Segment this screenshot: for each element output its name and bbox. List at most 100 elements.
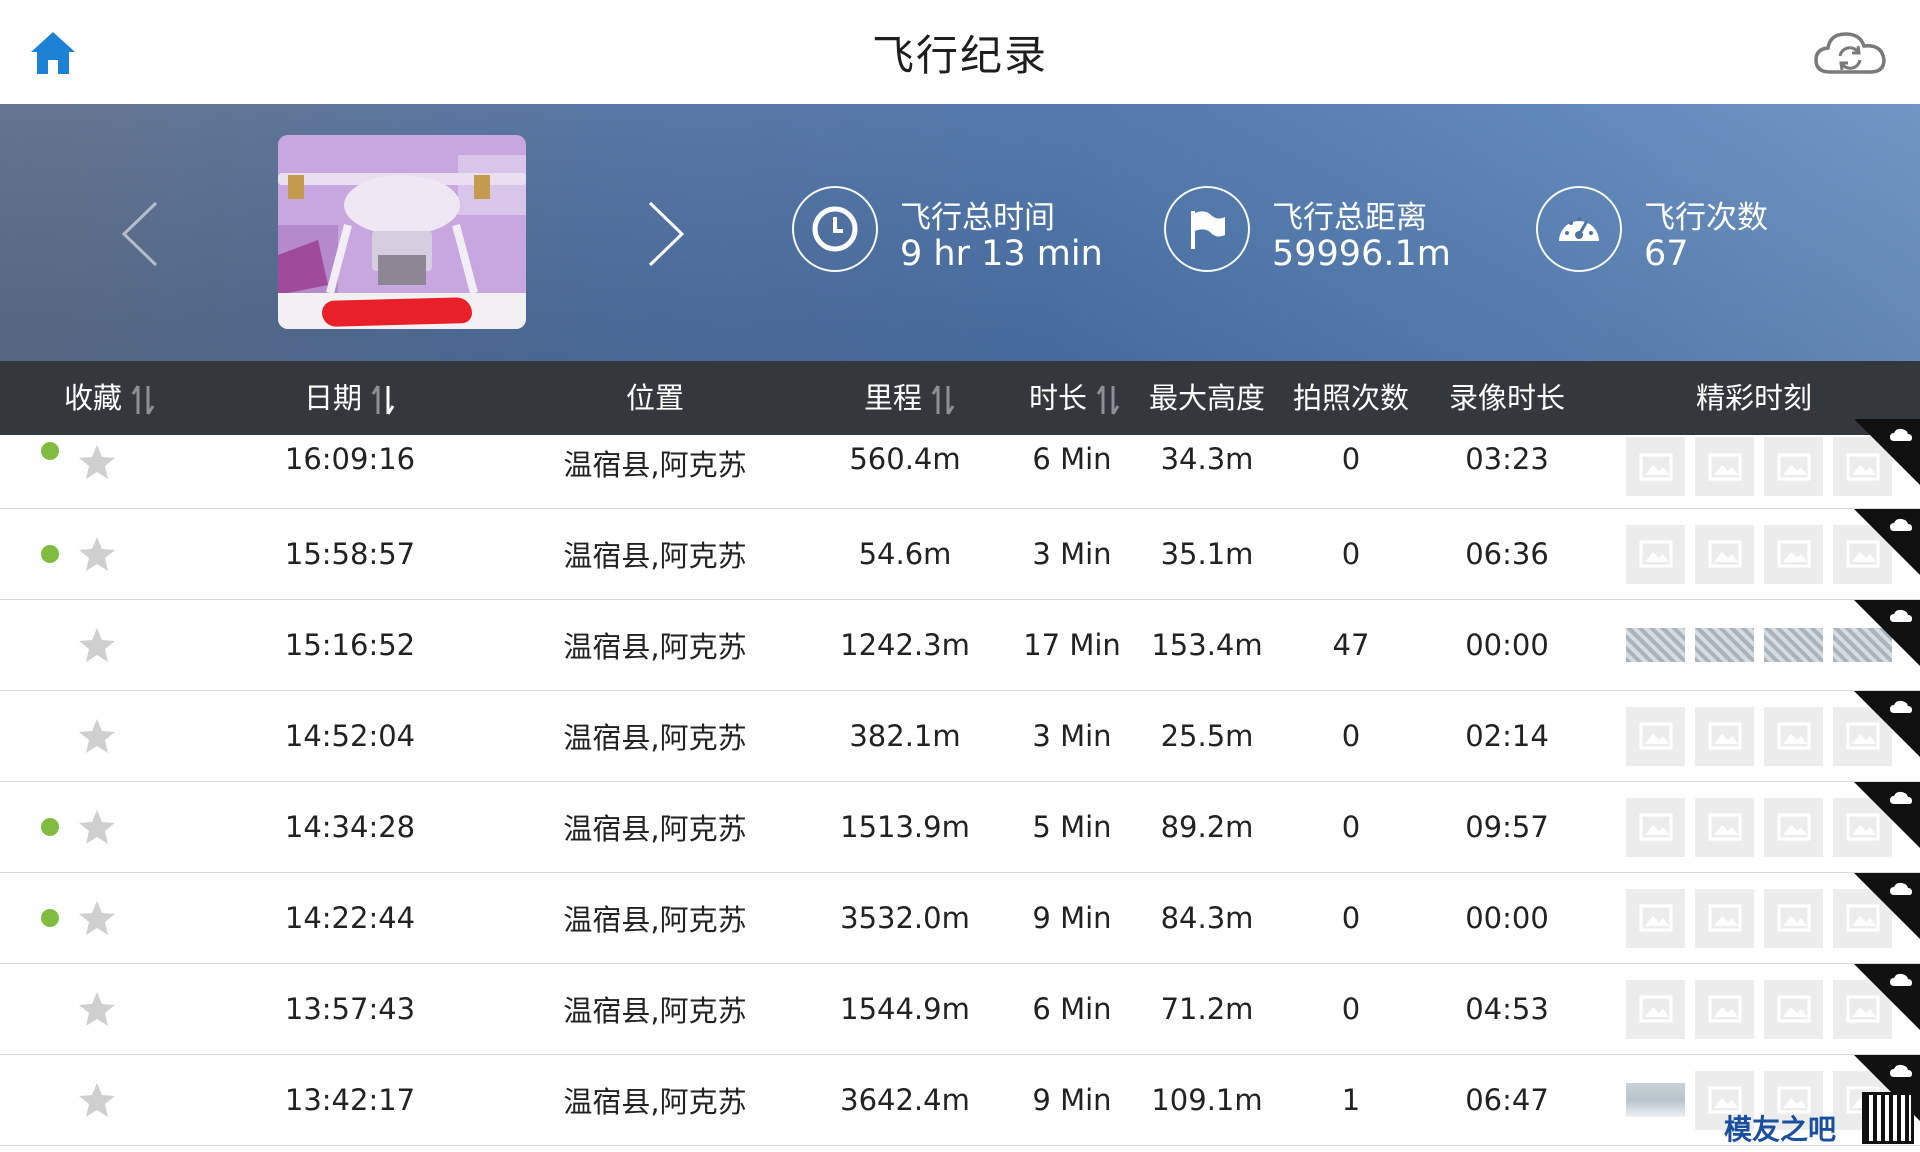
sync-indicator xyxy=(38,1055,62,1145)
photo-count-cell: 0 xyxy=(1341,442,1361,476)
location-cell: 温宿县,阿克苏 xyxy=(563,903,747,937)
location-cell: 温宿县,阿克苏 xyxy=(563,1085,747,1119)
max-altitude-cell: 25.5m xyxy=(1160,719,1254,753)
favorite-toggle[interactable] xyxy=(76,1055,118,1145)
image-placeholder-icon xyxy=(1708,453,1741,480)
highlight-thumbnail-empty[interactable] xyxy=(1764,797,1823,857)
highlight-thumbnail[interactable] xyxy=(1626,1083,1685,1117)
sync-dot-icon xyxy=(41,442,59,460)
distance-cell: 3642.4m xyxy=(840,1083,970,1117)
table-row[interactable]: 13:42:17 温宿县,阿克苏 3642.4m 9 Min 109.1m 1 06:47 xyxy=(0,1055,1920,1146)
favorite-toggle[interactable] xyxy=(76,435,118,508)
time-cell: 14:34:28 xyxy=(284,810,416,844)
sync-indicator xyxy=(38,691,62,781)
max-altitude-cell: 109.1m xyxy=(1151,1083,1263,1117)
speedometer-icon xyxy=(1559,217,1599,241)
table-header: 收藏 日期 位置 里程 时长 最大高度 拍照次数 录像时长 精彩时刻 xyxy=(0,361,1920,435)
column-favorite[interactable]: 收藏 xyxy=(40,361,180,435)
highlight-thumbnail-empty[interactable] xyxy=(1764,524,1823,584)
sync-dot-icon xyxy=(41,818,59,836)
aircraft-card[interactable] xyxy=(278,135,526,329)
video-duration-cell: 00:00 xyxy=(1465,628,1549,662)
star-icon xyxy=(79,719,115,753)
image-placeholder-icon xyxy=(1777,453,1810,480)
stat-value: 9 hr 13 min xyxy=(900,234,1103,274)
time-cell: 15:58:57 xyxy=(284,537,416,571)
highlight-thumbnail-empty[interactable] xyxy=(1626,979,1685,1039)
table-row[interactable]: 15:16:52 温宿县,阿克苏 1242.3m 17 Min 153.4m 47 00:0… xyxy=(0,600,1920,691)
column-location: 位置 xyxy=(625,381,684,415)
flag-icon xyxy=(1191,211,1225,249)
distance-cell: 382.1m xyxy=(849,719,961,753)
column-label: 时长 xyxy=(1028,381,1087,415)
stat-label: 飞行次数 xyxy=(1644,200,1768,236)
highlight-thumbnail-empty[interactable] xyxy=(1626,524,1685,584)
table-row[interactable]: 15:58:57 温宿县,阿克苏 54.6m 3 Min 35.1m 0 06:36 xyxy=(0,509,1920,600)
sort-icon xyxy=(131,385,155,415)
column-date[interactable]: 日期 xyxy=(280,361,420,435)
highlight-thumbnail-empty[interactable] xyxy=(1695,437,1754,496)
qr-code-icon xyxy=(1862,1092,1914,1144)
highlight-thumbnail-empty[interactable] xyxy=(1695,797,1754,857)
highlight-thumbnail-empty[interactable] xyxy=(1626,888,1685,948)
location-cell: 温宿县,阿克苏 xyxy=(563,448,747,482)
highlight-thumbnail[interactable] xyxy=(1626,628,1685,662)
column-distance[interactable]: 里程 xyxy=(840,361,980,435)
time-cell: 16:09:16 xyxy=(284,442,416,476)
highlight-thumbnail-empty[interactable] xyxy=(1764,706,1823,766)
redaction-mark xyxy=(321,297,473,327)
highlight-thumbnail-empty[interactable] xyxy=(1626,437,1685,496)
duration-cell: 6 Min xyxy=(1032,442,1112,476)
highlight-thumbnail[interactable] xyxy=(1764,628,1823,662)
sync-indicator xyxy=(38,782,62,872)
image-placeholder-icon xyxy=(1708,995,1741,1023)
chevron-right-icon xyxy=(648,201,685,267)
table-row[interactable]: 14:52:04 温宿县,阿克苏 382.1m 3 Min 25.5m 0 02:14 xyxy=(0,691,1920,782)
column-highlights: 精彩时刻 xyxy=(1695,381,1812,415)
favorite-toggle[interactable] xyxy=(76,509,118,599)
video-duration-cell: 09:57 xyxy=(1465,810,1549,844)
highlight-thumbnail-empty[interactable] xyxy=(1764,888,1823,948)
star-icon xyxy=(79,992,115,1026)
favorite-toggle[interactable] xyxy=(76,600,118,690)
time-cell: 14:52:04 xyxy=(284,719,416,753)
favorite-toggle[interactable] xyxy=(76,873,118,963)
video-duration-cell: 02:14 xyxy=(1465,719,1549,753)
next-aircraft-button[interactable] xyxy=(644,199,688,269)
table-row[interactable]: 14:34:28 温宿县,阿克苏 1513.9m 5 Min 89.2m 0 09:57 xyxy=(0,782,1920,873)
max-altitude-cell: 71.2m xyxy=(1160,992,1254,1026)
highlight-thumbnail-empty[interactable] xyxy=(1764,979,1823,1039)
table-row[interactable]: 16:09:16 温宿县,阿克苏 560.4m 6 Min 34.3m 0 03:23 xyxy=(0,419,1920,509)
duration-cell: 6 Min xyxy=(1032,992,1112,1026)
max-altitude-cell: 34.3m xyxy=(1160,442,1254,476)
sync-dot-icon xyxy=(41,545,59,563)
stat-value: 59996.1m xyxy=(1272,234,1451,274)
summary-banner: 飞行总时间 9 hr 13 min 飞行总距离 59996.1m 飞行次数 67 xyxy=(0,104,1920,361)
image-placeholder-icon xyxy=(1639,453,1672,480)
table-row[interactable]: 13:57:43 温宿县,阿克苏 1544.9m 6 Min 71.2m 0 04:53 xyxy=(0,964,1920,1055)
highlight-thumbnail[interactable] xyxy=(1695,628,1754,662)
distance-cell: 560.4m xyxy=(849,442,961,476)
sync-indicator xyxy=(38,435,62,508)
cloud-status-icon xyxy=(1854,509,1920,575)
favorite-toggle[interactable] xyxy=(76,691,118,781)
image-placeholder-icon xyxy=(1639,904,1672,932)
sort-icon xyxy=(931,385,955,415)
highlight-thumbnail-empty[interactable] xyxy=(1695,979,1754,1039)
duration-cell: 9 Min xyxy=(1032,901,1112,935)
highlight-thumbnail-empty[interactable] xyxy=(1695,888,1754,948)
highlight-thumbnail-empty[interactable] xyxy=(1626,797,1685,857)
highlight-thumbnail-empty[interactable] xyxy=(1626,706,1685,766)
highlight-thumbnail-empty[interactable] xyxy=(1695,524,1754,584)
highlight-thumbnail-empty[interactable] xyxy=(1764,437,1823,496)
table-row[interactable]: 14:22:44 温宿县,阿克苏 3532.0m 9 Min 84.3m 0 00:00 xyxy=(0,873,1920,964)
favorite-toggle[interactable] xyxy=(76,782,118,872)
highlight-thumbnail-empty[interactable] xyxy=(1695,706,1754,766)
favorite-toggle[interactable] xyxy=(76,964,118,1054)
column-duration[interactable]: 时长 xyxy=(1010,361,1140,435)
previous-aircraft-button[interactable] xyxy=(118,199,162,269)
cloud-sync-button[interactable] xyxy=(1810,22,1890,82)
image-placeholder-icon xyxy=(1777,813,1810,841)
location-cell: 温宿县,阿克苏 xyxy=(563,994,747,1028)
location-cell: 温宿县,阿克苏 xyxy=(563,630,747,664)
